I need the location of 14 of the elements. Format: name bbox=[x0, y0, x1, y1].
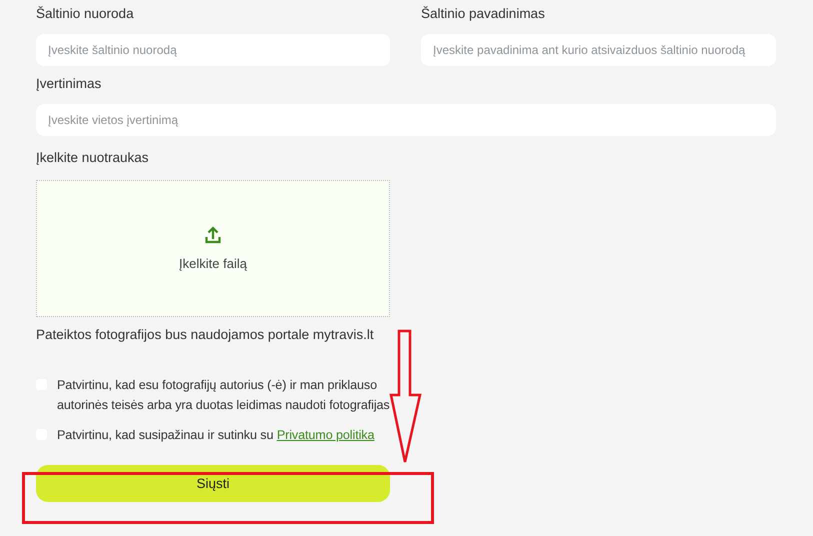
field-label: Šaltinio pavadinimas bbox=[421, 5, 546, 23]
checkbox-label: Patvirtinu, kad esu fotografijų autorius (-ė) ir man priklauso autorinės teisės arba yra duotas leidimas naudoti fotografijas bbox=[57, 377, 391, 414]
privacy-policy-link[interactable]: Privatumo politika bbox=[276, 428, 374, 442]
checkbox-label: Patvirtinu, kad susipažinau ir sutinku su Privatumo politika bbox=[57, 427, 374, 444]
field-label: Įvertinimas bbox=[36, 75, 102, 93]
upload-text: Įkelkite failą bbox=[179, 256, 247, 271]
field-label: Šaltinio nuoroda bbox=[36, 5, 135, 23]
input-field[interactable]: Įveskite vietos įvertinimą bbox=[36, 104, 776, 136]
upload-label: Įkelkite nuotraukas bbox=[36, 149, 150, 167]
upload-dropzone[interactable]: Įkelkite failą bbox=[36, 180, 390, 317]
submit-button[interactable]: Siųsti bbox=[36, 465, 390, 502]
input-field[interactable]: Įveskite pavadinima ant kurio atsivaizduos šaltinio nuorodą bbox=[421, 34, 776, 66]
note-text: Pateiktos fotografijos bus naudojamos portale mytravis.lt bbox=[36, 327, 375, 344]
input-field[interactable]: Įveskite šaltinio nuorodą bbox=[36, 34, 390, 66]
